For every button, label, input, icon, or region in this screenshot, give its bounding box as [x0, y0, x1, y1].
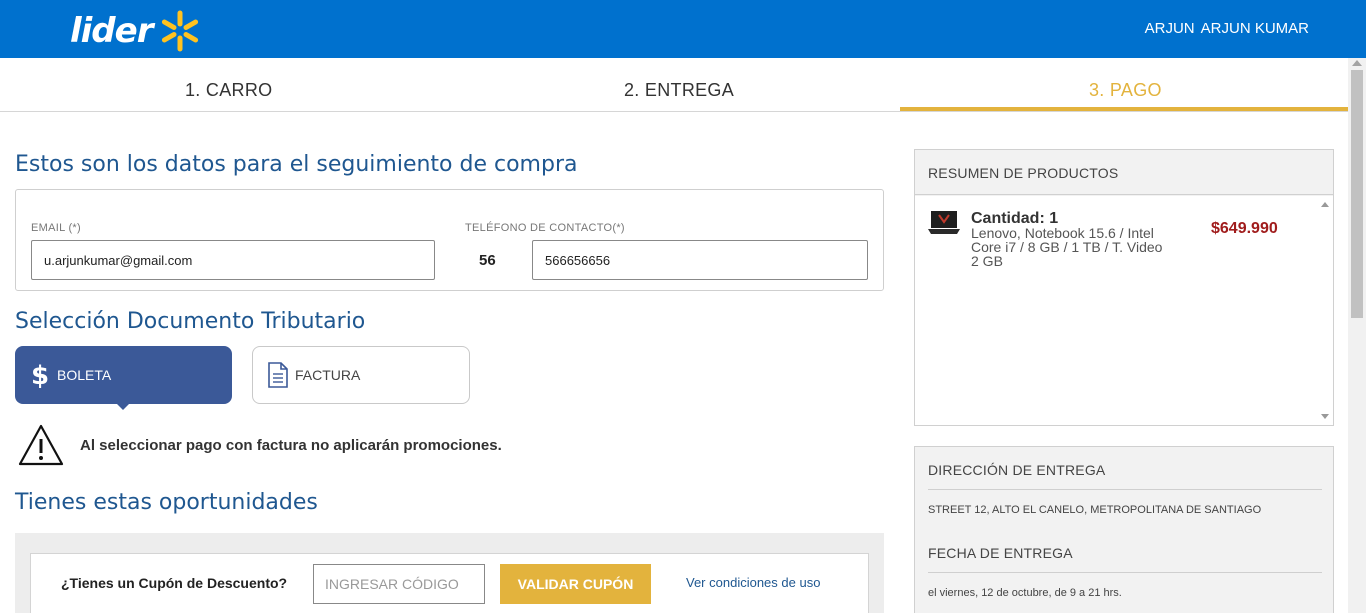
conditions-link[interactable]: Ver condiciones de uso: [686, 575, 820, 590]
user-first-name: ARJUN: [1144, 20, 1195, 37]
invoice-warning-text: Al seleccionar pago con factura no aplic…: [80, 437, 502, 454]
factura-button[interactable]: FACTURA: [252, 346, 470, 404]
delivery-panel: DIRECCIÓN DE ENTREGA STREET 12, ALTO EL …: [914, 446, 1334, 613]
email-label: EMAIL (*): [31, 222, 81, 234]
phone-prefix: 56: [479, 252, 496, 269]
delivery-date: el viernes, 12 de octubre, de 9 a 21 hrs…: [928, 587, 1122, 599]
factura-label: FACTURA: [295, 367, 361, 383]
tracking-title: Estos son los datos para el seguimiento …: [15, 152, 578, 177]
laptop-thumbnail-icon: [928, 211, 960, 234]
phone-label: TELÉFONO DE CONTACTO(*): [465, 222, 625, 234]
boleta-button[interactable]: $ BOLETA: [15, 346, 232, 404]
coupon-question: ¿Tienes un Cupón de Descuento?: [61, 575, 288, 591]
product-description: Lenovo, Notebook 15.6 / Intel Core i7 / …: [971, 225, 1163, 269]
product-price: $649.990: [1211, 220, 1278, 237]
address-title: DIRECCIÓN DE ENTREGA: [928, 462, 1106, 478]
validate-coupon-button[interactable]: VALIDAR CUPÓN: [500, 564, 651, 604]
walmart-spark-icon: [162, 10, 199, 52]
selected-pointer: [116, 403, 130, 410]
divider: [928, 489, 1322, 490]
summary-header: RESUMEN DE PRODUCTOS: [915, 150, 1333, 195]
opportunities-title: Tienes estas oportunidades: [15, 490, 318, 515]
svg-text:$: $: [31, 361, 49, 389]
checkout-steps: 1. CARRO 2. ENTREGA 3. PAGO: [0, 58, 1348, 112]
boleta-label: BOLETA: [57, 367, 112, 383]
summary-scroll-up-icon[interactable]: [1321, 202, 1329, 207]
scroll-up-arrow-icon[interactable]: [1352, 60, 1362, 66]
step-delivery[interactable]: 2. ENTREGA: [624, 80, 734, 101]
delivery-address: STREET 12, ALTO EL CANELO, METROPOLITANA…: [928, 504, 1262, 516]
phone-field[interactable]: 566656656: [532, 240, 868, 280]
divider: [928, 572, 1322, 573]
warning-icon: [18, 424, 64, 466]
dollar-icon: $: [23, 361, 57, 389]
summary-body[interactable]: Cantidad: 1 Lenovo, Notebook 15.6 / Inte…: [915, 196, 1333, 425]
date-title: FECHA DE ENTREGA: [928, 545, 1073, 561]
summary-scroll-down-icon[interactable]: [1321, 414, 1329, 419]
product-summary-panel: RESUMEN DE PRODUCTOS Cantidad: 1 Lenovo,…: [914, 149, 1334, 426]
page-scrollbar[interactable]: [1348, 58, 1366, 613]
logo-text: lider: [70, 11, 153, 51]
top-header: lider ARJUN ARJUN KUMAR: [0, 0, 1366, 58]
coupon-input[interactable]: INGRESAR CÓDIGO: [313, 564, 485, 604]
summary-title: RESUMEN DE PRODUCTOS: [928, 165, 1119, 181]
user-full-name: ARJUN KUMAR: [1200, 20, 1309, 37]
email-field[interactable]: u.arjunkumar@gmail.com: [31, 240, 435, 280]
lider-logo[interactable]: lider: [70, 8, 204, 54]
scroll-thumb[interactable]: [1351, 70, 1363, 318]
tax-doc-title: Selección Documento Tributario: [15, 309, 366, 334]
step-cart[interactable]: 1. CARRO: [185, 80, 272, 101]
user-menu[interactable]: ARJUN ARJUN KUMAR: [1145, 20, 1309, 37]
active-step-indicator: [900, 107, 1348, 111]
document-icon: [261, 362, 295, 388]
step-payment[interactable]: 3. PAGO: [1089, 80, 1162, 101]
